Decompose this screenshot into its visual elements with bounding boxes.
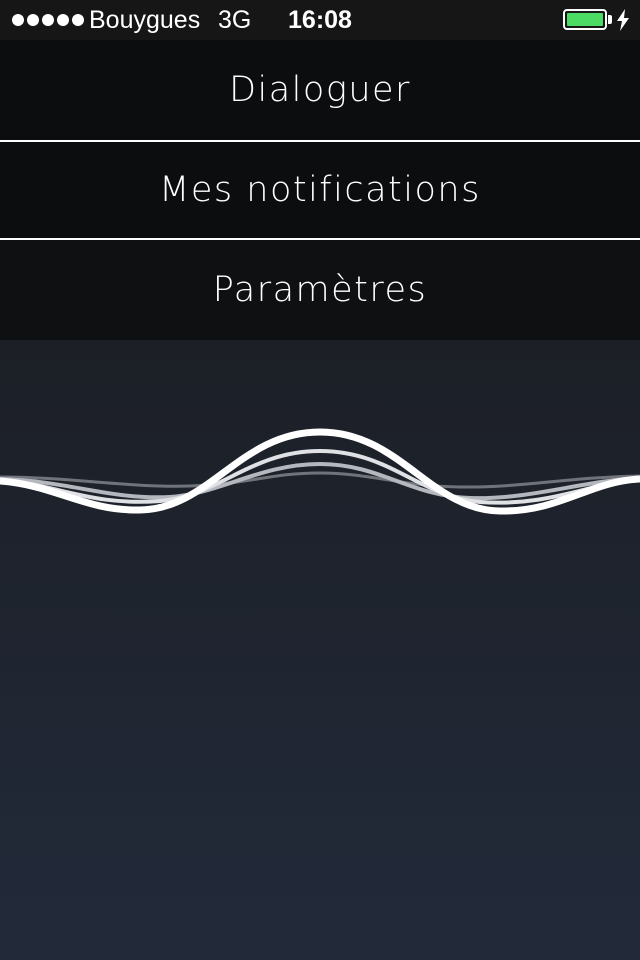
menu-item-notifications[interactable]: Mes notifications (0, 142, 640, 238)
menu-item-parametres[interactable]: Paramètres (0, 240, 640, 340)
menu-item-label: Mes notifications (159, 170, 481, 210)
status-bar: Bouygues 3G 16:08 (0, 0, 640, 40)
menu-item-dialoguer[interactable]: Dialoguer (0, 40, 640, 140)
battery-level (567, 13, 603, 26)
menu-item-label: Dialoguer (229, 70, 411, 110)
waveform-line-mid (0, 448, 640, 505)
voice-panel[interactable] (0, 340, 640, 960)
battery-tip (608, 15, 612, 24)
menu-item-label: Paramètres (212, 270, 428, 310)
battery-icon (563, 9, 607, 30)
status-time: 16:08 (288, 6, 352, 34)
waveform-line-faint (0, 471, 640, 489)
app-screen: Bouygues 3G 16:08 Dialoguer Mes notifica… (0, 0, 640, 960)
charging-bolt-icon (617, 9, 629, 31)
voice-waveform-icon (0, 428, 640, 515)
